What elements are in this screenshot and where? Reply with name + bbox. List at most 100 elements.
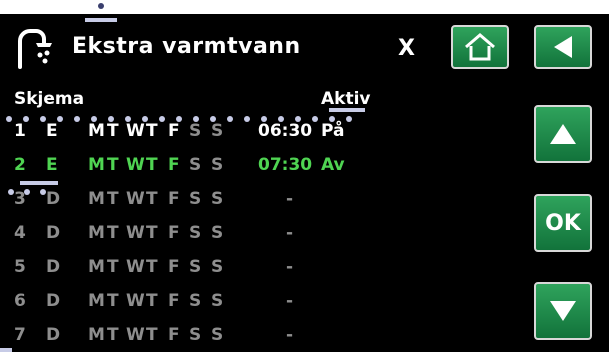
- schedule-number: 6: [14, 291, 26, 311]
- marker-bar: [329, 108, 365, 112]
- schedule-row-7[interactable]: 7DMTWTFSS-: [0, 325, 400, 351]
- day-7: S: [211, 189, 224, 209]
- arrow-up-icon: [550, 124, 576, 144]
- schedule-row-6[interactable]: 6DMTWTFSS-: [0, 291, 400, 317]
- marker-dot: [8, 189, 14, 195]
- day-3: W: [126, 223, 145, 243]
- schedule-type: D: [46, 325, 61, 345]
- schedule-number: 4: [14, 223, 26, 243]
- marker-dot: [142, 116, 148, 122]
- back-arrow-icon: [554, 36, 572, 58]
- column-heading-active: Aktiv: [321, 89, 371, 109]
- marker-dot: [193, 116, 199, 122]
- column-heading-schedule: Skjema: [14, 89, 85, 109]
- marker-dot: [278, 116, 284, 122]
- day-4: T: [146, 325, 158, 345]
- home-button[interactable]: [451, 25, 509, 69]
- day-4: T: [146, 155, 158, 175]
- schedule-number: 7: [14, 325, 26, 345]
- schedule-row-2[interactable]: 2 E M T W T F S S 07:30 Av: [0, 155, 400, 181]
- day-1: M: [88, 291, 105, 311]
- marker-bar: [0, 348, 12, 352]
- marker-dot: [261, 116, 267, 122]
- day-1: M: [88, 155, 105, 175]
- day-1: M: [88, 189, 105, 209]
- schedule-type: D: [46, 189, 61, 209]
- ok-button[interactable]: OK: [534, 194, 592, 252]
- arrow-down-icon: [550, 301, 576, 321]
- day-1: M: [88, 223, 105, 243]
- day-3: W: [126, 291, 145, 311]
- day-2: T: [107, 121, 119, 141]
- marker-dot: [210, 116, 216, 122]
- day-6: S: [189, 291, 202, 311]
- schedule-time: -: [286, 291, 294, 311]
- day-2: T: [107, 291, 119, 311]
- schedule-number: 5: [14, 257, 26, 277]
- day-5: F: [168, 223, 180, 243]
- schedule-type: E: [46, 121, 58, 141]
- marker-dot: [227, 116, 233, 122]
- marker-dot: [312, 116, 318, 122]
- day-3: W: [126, 257, 145, 277]
- day-7: S: [211, 257, 224, 277]
- back-button[interactable]: [534, 25, 592, 69]
- marker-bar: [20, 181, 58, 185]
- day-1: M: [88, 121, 105, 141]
- schedule-number: 2: [14, 155, 26, 175]
- schedule-type: D: [46, 257, 61, 277]
- schedule-time: 06:30: [258, 121, 313, 141]
- day-2: T: [107, 223, 119, 243]
- marker-dot: [108, 116, 114, 122]
- day-3: W: [126, 325, 145, 345]
- day-6: S: [189, 223, 202, 243]
- marker-dot: [329, 116, 335, 122]
- marker-bar: [85, 18, 117, 22]
- schedule-time: -: [286, 257, 294, 277]
- screen: Ekstra varmtvann X Skjema Aktiv 1EMTWTFS…: [0, 14, 609, 352]
- day-3: W: [126, 155, 145, 175]
- schedule-row-4[interactable]: 4DMTWTFSS-: [0, 223, 400, 249]
- schedule-number: 1: [14, 121, 26, 141]
- day-4: T: [146, 189, 158, 209]
- day-1: M: [88, 325, 105, 345]
- schedule-time: -: [286, 223, 294, 243]
- day-5: F: [168, 291, 180, 311]
- schedule-type: D: [46, 223, 61, 243]
- scroll-up-button[interactable]: [534, 105, 592, 163]
- day-2: T: [107, 325, 119, 345]
- marker-dot: [244, 116, 250, 122]
- schedule-type: E: [46, 155, 58, 175]
- schedule-state: Av: [321, 155, 345, 175]
- hot-water-tap-icon: [18, 29, 52, 69]
- marker-dot: [176, 116, 182, 122]
- day-1: M: [88, 257, 105, 277]
- day-5: F: [168, 189, 180, 209]
- page-title: Ekstra varmtvann: [72, 34, 301, 59]
- day-2: T: [107, 257, 119, 277]
- marker-dot: [24, 189, 30, 195]
- day-7: S: [211, 223, 224, 243]
- close-button[interactable]: X: [398, 36, 415, 61]
- day-7: S: [211, 155, 224, 175]
- marker-dot: [91, 116, 97, 122]
- schedule-row-3[interactable]: 3DMTWTFSS-: [0, 189, 400, 215]
- day-7: S: [211, 291, 224, 311]
- day-6: S: [189, 325, 202, 345]
- scroll-down-button[interactable]: [534, 282, 592, 340]
- schedule-row-1[interactable]: 1 E M T W T F S S 06:30 På: [0, 121, 400, 147]
- marker-dot: [125, 116, 131, 122]
- marker-dot: [23, 116, 29, 122]
- day-5: F: [168, 325, 180, 345]
- schedule-time: -: [286, 189, 294, 209]
- home-icon: [465, 33, 495, 61]
- day-4: T: [146, 291, 158, 311]
- marker-dot: [40, 116, 46, 122]
- schedule-row-5[interactable]: 5DMTWTFSS-: [0, 257, 400, 283]
- schedule-time: -: [286, 325, 294, 345]
- day-3: W: [126, 121, 145, 141]
- marker-dot: [57, 116, 63, 122]
- schedule-time: 07:30: [258, 155, 313, 175]
- day-3: W: [126, 189, 145, 209]
- day-4: T: [146, 121, 158, 141]
